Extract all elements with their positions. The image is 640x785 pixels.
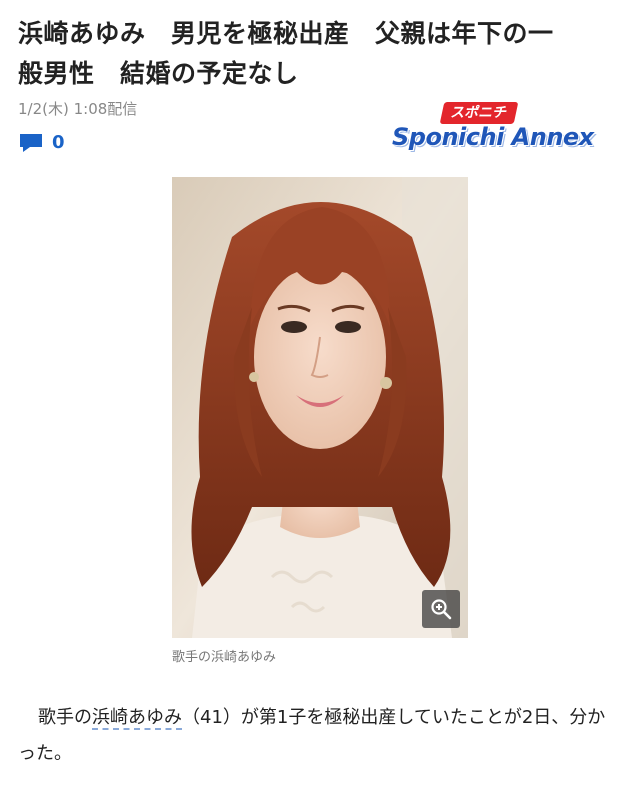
- article-body: 歌手の浜崎あゆみ（41）が第1子を極秘出産していたことが2日、分かった。: [18, 700, 620, 772]
- body-prefix: 歌手の: [38, 707, 92, 728]
- comment-count: 0: [52, 132, 65, 153]
- comments-link[interactable]: 0: [18, 132, 65, 153]
- comment-icon: [20, 133, 42, 152]
- logo-main-text: Sponichi Annex: [392, 123, 594, 151]
- article-headline: 浜崎あゆみ 男児を極秘出産 父親は年下の一 般男性 結婚の予定なし: [18, 14, 618, 94]
- headline-line-2: 般男性 結婚の予定なし: [18, 59, 299, 88]
- article-photo[interactable]: [172, 177, 468, 638]
- name-link[interactable]: 浜崎あゆみ: [92, 707, 182, 730]
- headline-line-1: 浜崎あゆみ 男児を極秘出産 父親は年下の一: [18, 19, 554, 48]
- portrait-image: [172, 177, 468, 638]
- photo-caption: 歌手の浜崎あゆみ: [172, 650, 277, 665]
- logo-top-text: スポニチ: [439, 102, 519, 124]
- publish-date: 1/2(木) 1:08配信: [18, 100, 138, 118]
- zoom-in-icon: [431, 599, 452, 620]
- publisher-logo[interactable]: スポニチ Sponichi Annex: [392, 102, 624, 154]
- zoom-button[interactable]: [422, 590, 460, 628]
